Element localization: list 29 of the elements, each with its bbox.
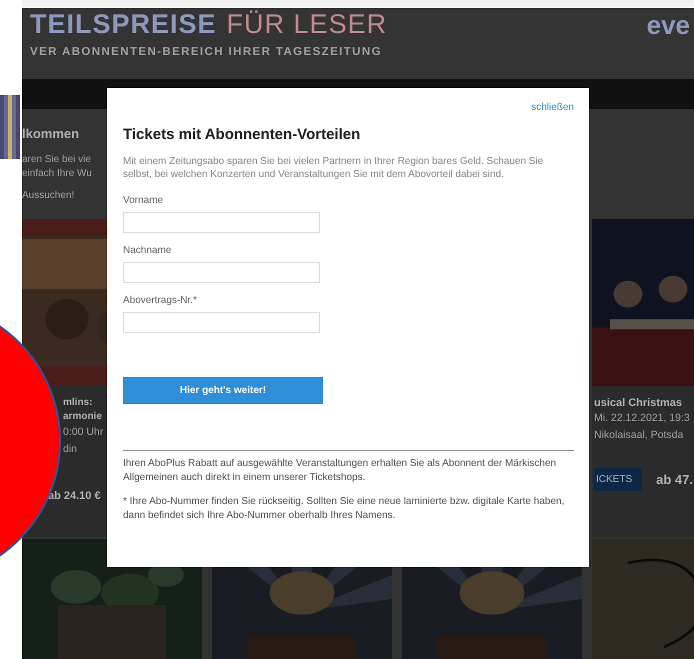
intro-paragraph: Mit einem Zeitungsabo sparen Sie bei vielen Partnern in Ihrer Region bares Geld. Schauen Sie selbst, bei welchen Konzerten und Veranstaltungen Sie mit dem Abovorteil dabei sind. (123, 155, 544, 181)
input-field[interactable] (123, 262, 320, 283)
event-title: mlins: (63, 396, 92, 410)
event-venue: Nikolaisaal, Potsda (594, 428, 684, 443)
tickets-button[interactable]: ICKETS (594, 468, 642, 491)
field-label: Abovertrags-Nr.* (123, 295, 198, 306)
event-title: armonie (63, 410, 102, 424)
intro-text: aren Sie bei vie (22, 153, 91, 167)
dialog-title: Tickets mit Abonnenten-Vorteilen (123, 126, 362, 143)
note-text: Ihren AboPlus Rabatt auf ausgewählte Veranstaltungen erhalten Sie als Abonnent der Märkischen Allgemeinen auch direkt in einem unserer Ticketshops. (123, 457, 558, 485)
input-field[interactable] (123, 212, 320, 233)
field-label: Vorname (123, 195, 164, 206)
submit-button[interactable]: Hier geht's weiter! (123, 377, 323, 404)
site-title-accent: FÜR LESER (226, 8, 388, 39)
field-label: Nachname (123, 245, 172, 256)
event-date: 0:00 Uhr (63, 425, 104, 440)
event-price: ab 47. (656, 472, 693, 487)
intro-link[interactable]: Aussuchen! (22, 190, 74, 201)
site-subtitle: VER ABONNENTEN-BEREICH IHRER TAGESZEITUNG (30, 46, 383, 58)
event-date: Mi. 22.12.2021, 19:3 (594, 411, 690, 426)
intro-text: einfach Ihre Wu (22, 167, 92, 181)
event-title: usical Christmas (594, 396, 682, 410)
close-link[interactable]: schließen (531, 102, 574, 113)
event-venue: din (63, 442, 78, 457)
input-field[interactable] (123, 312, 320, 333)
welcome-heading: lkommen (22, 126, 80, 141)
site-title: TEILSPREISE (30, 8, 217, 39)
brand-logo[interactable]: eve (646, 10, 690, 80)
note-text: * Ihre Abo-Nummer finden Sie rückseitig. Sollten Sie eine neue laminierte bzw. digitale Karte haben, dann befindet sich Ihre Abo-Nummer oberhalb Ihres Namens. (123, 495, 566, 523)
